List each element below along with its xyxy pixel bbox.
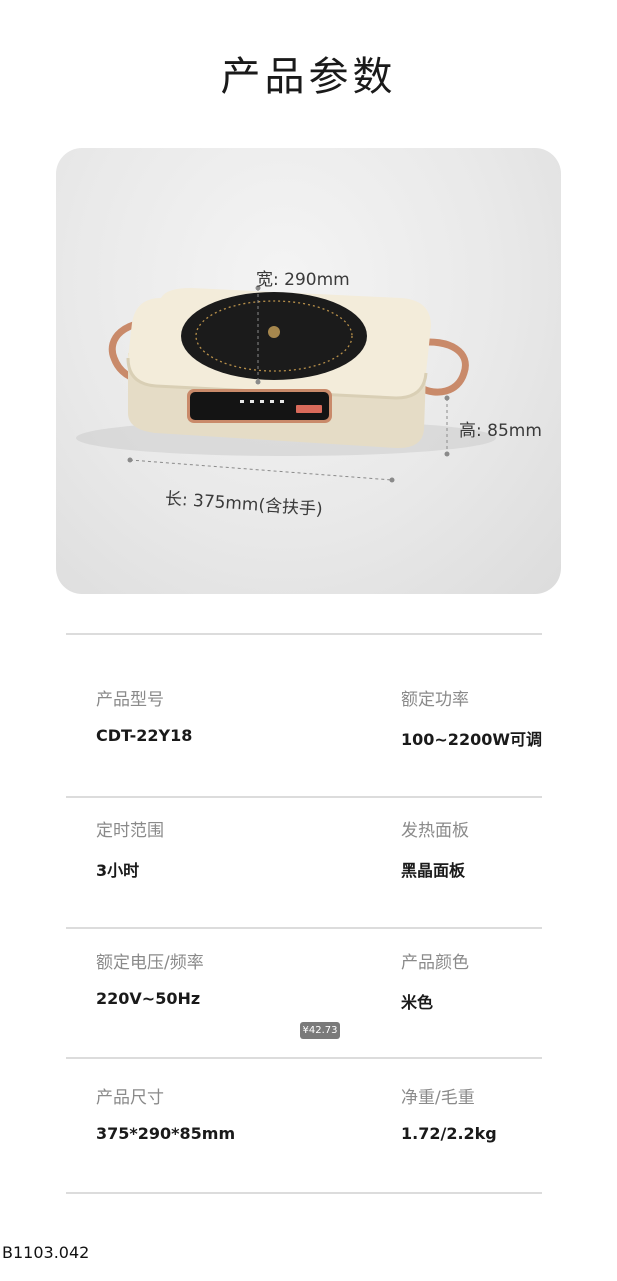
spec-label-model: 产品型号 [96, 690, 164, 710]
spec-value-size: 375*290*85mm [96, 1124, 236, 1143]
divider [66, 1192, 542, 1194]
page-title: 产品参数 [220, 54, 397, 100]
price-tag: ¥42.73 [300, 1022, 340, 1039]
divider [66, 633, 542, 635]
spec-label-panel: 发热面板 [401, 821, 469, 841]
product-image: 宽: 290mm 高: 85mm 长: 375mm(含扶手) [56, 148, 561, 594]
spec-value-voltage: 220V~50Hz [96, 989, 201, 1008]
spec-value-panel: 黑晶面板 [401, 861, 466, 880]
spec-label-weight: 净重/毛重 [401, 1088, 475, 1108]
divider [66, 927, 542, 929]
spec-value-timer: 3小时 [96, 861, 140, 880]
spec-value-weight: 1.72/2.2kg [401, 1124, 497, 1143]
product-code: B1103.042 [2, 1243, 90, 1262]
spec-label-timer: 定时范围 [96, 821, 164, 841]
induction-cooker-illustration [76, 285, 496, 483]
width-dimension-label: 宽: 290mm [256, 270, 350, 290]
spec-value-power: 100~2200W可调 [401, 730, 542, 749]
divider [66, 1057, 542, 1059]
spec-value-model: CDT-22Y18 [96, 726, 193, 745]
divider [66, 796, 542, 798]
spec-label-size: 产品尺寸 [96, 1088, 164, 1108]
spec-label-voltage: 额定电压/频率 [96, 953, 204, 973]
spec-label-power: 额定功率 [401, 690, 469, 710]
spec-value-color: 米色 [401, 993, 434, 1012]
spec-label-color: 产品颜色 [401, 953, 469, 973]
height-dimension-label: 高: 85mm [459, 421, 542, 441]
